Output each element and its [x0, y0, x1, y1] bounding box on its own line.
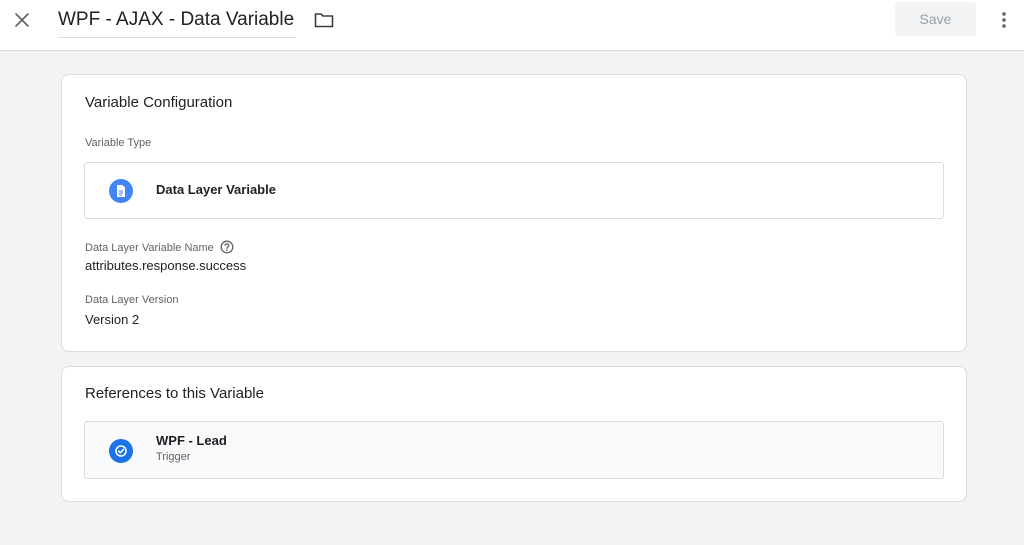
page-title[interactable]: WPF - AJAX - Data Variable	[58, 8, 297, 38]
trigger-icon	[109, 439, 133, 463]
reference-item[interactable]: WPF - Lead Trigger	[84, 421, 944, 479]
more-vert-icon	[1002, 12, 1006, 28]
variable-type-value: Data Layer Variable	[156, 182, 276, 197]
data-layer-variable-name-value: attributes.response.success	[85, 258, 247, 273]
variable-configuration-card: Variable Configuration Variable Type Dat…	[61, 74, 967, 352]
folder-icon	[314, 13, 334, 28]
reference-item-name: WPF - Lead	[156, 433, 227, 448]
close-button[interactable]	[11, 9, 33, 31]
close-icon	[15, 13, 29, 27]
data-layer-variable-name-label: Data Layer Variable Name	[85, 240, 234, 254]
data-layer-version-value: Version 2	[85, 312, 140, 327]
document-icon	[109, 179, 133, 203]
more-options-button[interactable]	[995, 8, 1013, 32]
folder-button[interactable]	[312, 9, 336, 31]
top-bar: WPF - AJAX - Data Variable Save	[0, 0, 1024, 51]
config-card-title: Variable Configuration	[85, 94, 233, 111]
save-button[interactable]: Save	[895, 2, 976, 36]
name-label-text: Data Layer Variable Name	[85, 242, 214, 254]
variable-type-selector[interactable]: Data Layer Variable	[84, 162, 944, 219]
data-layer-version-label: Data Layer Version	[85, 294, 179, 306]
help-icon[interactable]	[220, 240, 234, 254]
variable-type-label: Variable Type	[85, 137, 152, 149]
reference-item-type: Trigger	[156, 451, 191, 463]
references-card-title: References to this Variable	[85, 385, 264, 402]
references-card: References to this Variable WPF - Lead T…	[61, 366, 967, 502]
